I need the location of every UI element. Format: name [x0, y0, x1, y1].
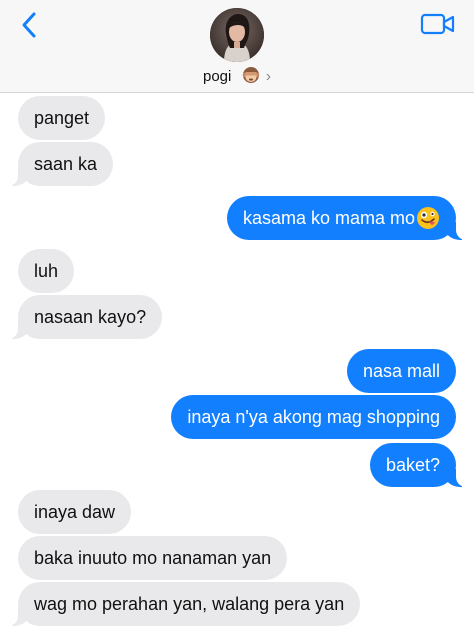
message-bubble-incoming[interactable]: baka inuuto mo nanaman yan [18, 536, 288, 580]
message-bubble-incoming[interactable]: wag mo perahan yan, walang pera yan [7, 582, 361, 626]
see-no-evil-monkey-emoji [242, 67, 259, 83]
message-text: nasaan kayo? [34, 307, 147, 327]
message-text: nasa mall [362, 361, 440, 381]
message-thread[interactable]: panget saan ka kasama ko mama mo luh nas… [0, 93, 474, 633]
message-text: inaya daw [34, 502, 116, 522]
message-bubble-incoming[interactable]: nasaan kayo? [7, 295, 163, 339]
conversation-header: pogi › [0, 0, 474, 93]
message-text: luh [34, 261, 59, 281]
message-text: kasama ko mama mo [242, 208, 415, 228]
message-bubble-incoming[interactable]: inaya daw [18, 490, 132, 534]
chevron-left-icon [22, 12, 36, 38]
message-bubble-incoming[interactable]: panget [18, 96, 106, 140]
message-text: baket? [385, 455, 440, 475]
message-bubble-incoming[interactable]: saan ka [7, 142, 114, 186]
video-call-button[interactable] [420, 12, 456, 36]
contact-name-row[interactable]: pogi › [0, 66, 474, 86]
chevron-right-icon: › [265, 68, 272, 85]
back-button[interactable] [16, 10, 44, 40]
zany-face-emoji [417, 207, 439, 229]
message-bubble-outgoing[interactable]: inaya n'ya akong mag shopping [171, 395, 456, 439]
message-bubble-incoming[interactable]: luh [18, 249, 75, 293]
message-text: baka inuuto mo nanaman yan [34, 548, 272, 568]
message-bubble-outgoing[interactable]: nasa mall [346, 349, 456, 393]
message-bubble-outgoing[interactable]: baket? [369, 443, 467, 487]
avatar[interactable] [210, 8, 264, 62]
contact-name: pogi [202, 68, 232, 85]
message-text: saan ka [34, 154, 98, 174]
message-text: panget [34, 108, 90, 128]
message-text: wag mo perahan yan, walang pera yan [34, 594, 345, 614]
message-bubble-outgoing[interactable]: kasama ko mama mo [226, 196, 467, 240]
video-camera-icon [420, 13, 455, 35]
message-text: inaya n'ya akong mag shopping [187, 407, 440, 427]
avatar-photo [210, 8, 264, 62]
